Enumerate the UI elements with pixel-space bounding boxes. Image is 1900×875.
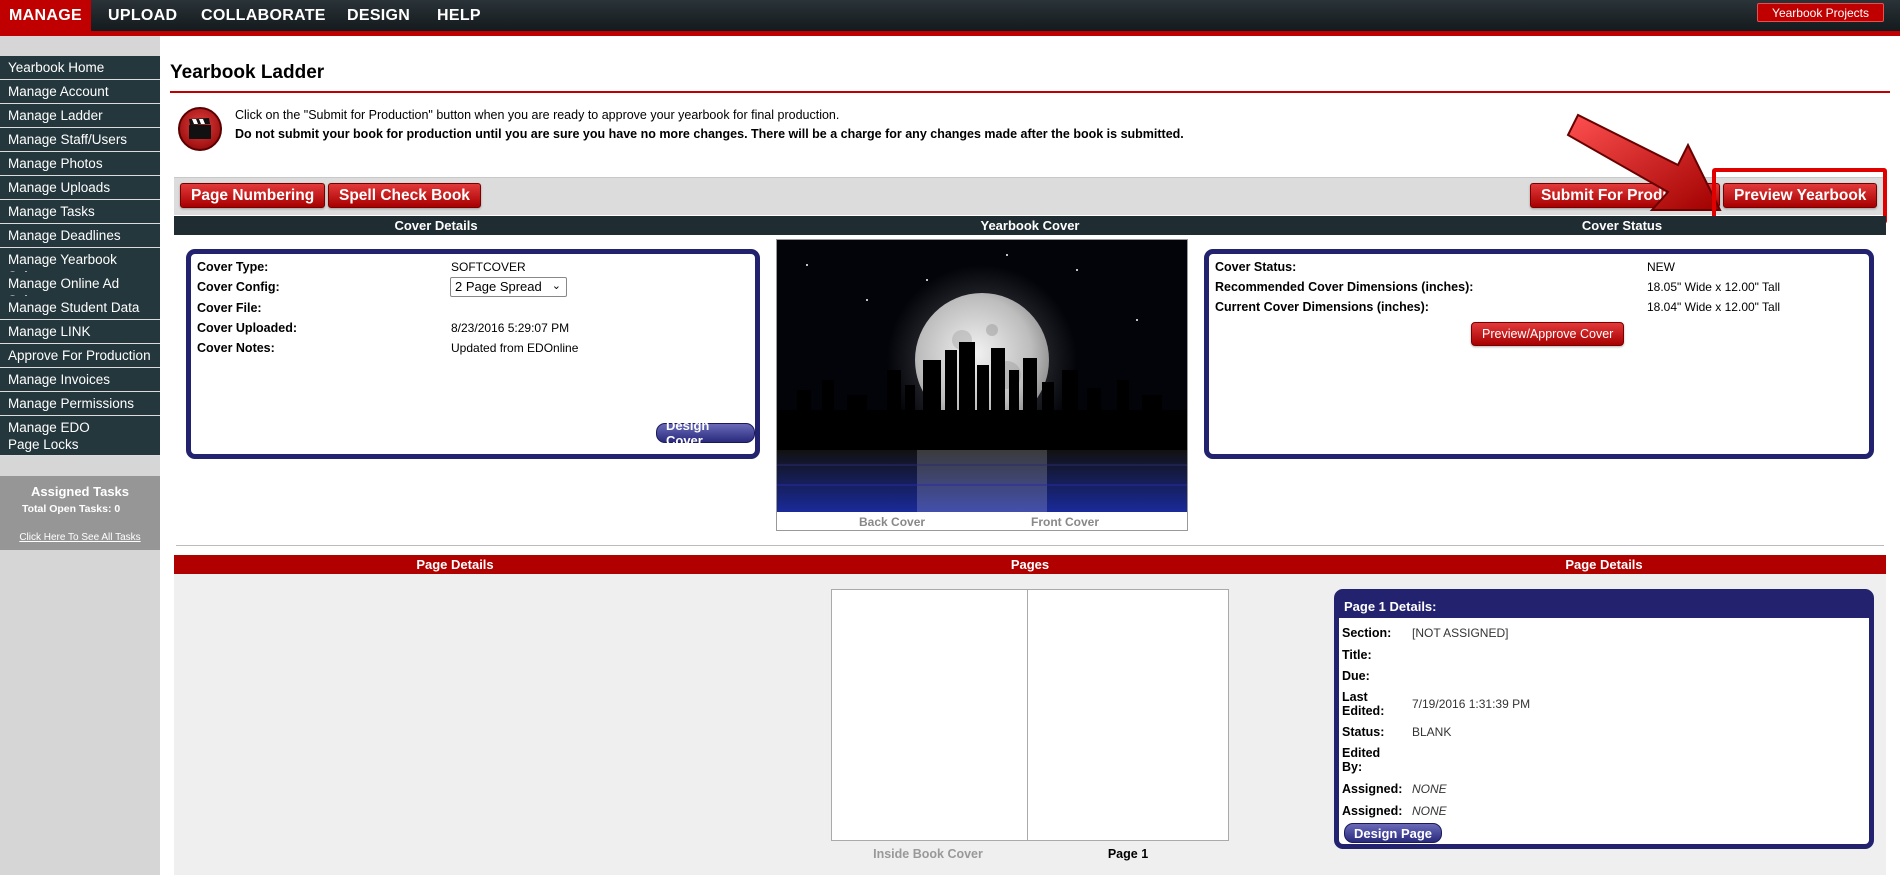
assigned-tasks-title: Assigned Tasks — [30, 484, 130, 499]
section-divider — [176, 545, 1884, 546]
cover-config-value: 2 Page Spread — [455, 279, 542, 294]
chevron-down-icon: ⌄ — [551, 280, 561, 292]
cover-details-heading: Cover Details — [394, 218, 478, 233]
front-cover-caption: Front Cover — [1031, 515, 1100, 529]
notice-warning: Do not submit your book for production u… — [235, 127, 1184, 141]
page-details-panel: Page 1 Details: Section: [NOT ASSIGNED] … — [1334, 589, 1874, 849]
cover-config-label: Cover Config: — [197, 280, 280, 294]
sidebar-item-manage-ladder[interactable]: Manage Ladder — [0, 104, 160, 128]
pages-section-header: Page Details Pages Page Details — [174, 555, 1886, 574]
cover-image — [777, 240, 1187, 512]
page-1-thumbnail[interactable] — [1027, 589, 1229, 841]
assigned-value-1: NONE — [1412, 782, 1447, 796]
sidebar-item-manage-photos[interactable]: Manage Photos — [0, 152, 160, 176]
top-navigation: MANAGE UPLOAD COLLABORATE DESIGN HELP Ye… — [0, 0, 1900, 36]
notice-text: Click on the "Submit for Production" but… — [235, 108, 840, 122]
edited-by-label-line2: By: — [1342, 760, 1363, 774]
assigned-label-2: Assigned: — [1342, 804, 1403, 818]
pages-heading: Pages — [1010, 557, 1050, 572]
recommended-dimensions-value: 18.05" Wide x 12.00" Tall — [1647, 280, 1781, 294]
cover-status-value: NEW — [1647, 260, 1675, 274]
page-1-caption: Page 1 — [1107, 847, 1149, 861]
total-open-tasks: Total Open Tasks: 0 — [22, 503, 121, 515]
cover-config-select[interactable]: 2 Page Spread ⌄ — [450, 277, 567, 297]
preview-approve-cover-button[interactable]: Preview/Approve Cover — [1471, 322, 1625, 346]
cover-status-heading: Cover Status — [1581, 218, 1663, 233]
sidebar-item-manage-student-data[interactable]: Manage Student Data — [0, 296, 160, 320]
cover-status-label: Cover Status: — [1215, 260, 1297, 274]
back-cover-caption: Back Cover — [859, 515, 926, 529]
cover-uploaded-label: Cover Uploaded: — [197, 321, 298, 335]
sidebar-item-manage-permissions[interactable]: Manage Permissions — [0, 392, 160, 416]
last-edited-label-line1: Last — [1342, 690, 1368, 704]
cover-type-value: SOFTCOVER — [451, 260, 526, 274]
inside-cover-caption: Inside Book Cover — [873, 847, 983, 861]
due-label: Due: — [1342, 669, 1370, 683]
recommended-dimensions-label: Recommended Cover Dimensions (inches): — [1215, 280, 1474, 294]
nav-help[interactable]: HELP — [422, 0, 496, 31]
cover-section-header: Cover Details Yearbook Cover Cover Statu… — [174, 216, 1886, 235]
cover-notes-label: Cover Notes: — [197, 341, 275, 355]
cover-status-panel: Cover Status: NEW Recommended Cover Dime… — [1204, 249, 1874, 459]
status-label: Status: — [1342, 725, 1385, 739]
last-edited-label-line2: Edited: — [1342, 704, 1385, 718]
page-title: Yearbook Ladder — [170, 62, 325, 83]
see-all-tasks-link[interactable]: Click Here To See All Tasks — [0, 532, 160, 543]
design-cover-button[interactable]: Design Cover — [656, 418, 755, 448]
assigned-tasks-box: Assigned Tasks Total Open Tasks: 0 Click… — [0, 476, 160, 550]
nav-manage[interactable]: MANAGE — [0, 0, 91, 31]
status-value: BLANK — [1412, 725, 1452, 739]
assigned-value-2: NONE — [1412, 804, 1447, 818]
title-label: Title: — [1342, 648, 1372, 662]
page-numbering-button[interactable]: Page Numbering — [180, 183, 326, 208]
section-value: [NOT ASSIGNED] — [1412, 626, 1509, 640]
inside-cover-thumbnail[interactable] — [831, 589, 1028, 841]
nav-upload[interactable]: UPLOAD — [93, 0, 192, 31]
sidebar-item-manage-edo-page-locks[interactable]: Manage EDO Page Locks — [0, 416, 160, 456]
cover-details-panel: Cover Type: SOFTCOVER Cover Config: 2 Pa… — [186, 249, 760, 459]
page-details-header: Page 1 Details: — [1339, 594, 1869, 618]
current-dimensions-value: 18.04" Wide x 12.00" Tall — [1647, 300, 1781, 314]
sidebar-item-manage-account[interactable]: Manage Account — [0, 80, 160, 104]
edited-by-label-line1: Edited — [1342, 746, 1381, 760]
cover-uploaded-value: 8/23/2016 5:29:07 PM — [451, 321, 570, 335]
yearbook-cover-heading: Yearbook Cover — [980, 218, 1080, 233]
cover-file-label: Cover File: — [197, 301, 262, 315]
sidebar-item-yearbook-home[interactable]: Yearbook Home — [0, 56, 160, 80]
sidebar-item-manage-tasks[interactable]: Manage Tasks — [0, 200, 160, 224]
spell-check-button[interactable]: Spell Check Book — [328, 183, 481, 208]
cover-type-label: Cover Type: — [197, 260, 269, 274]
yearbook-cover-preview[interactable]: Back Cover Front Cover — [776, 239, 1188, 531]
sidebar-item-manage-staff[interactable]: Manage Staff/Users — [0, 128, 160, 152]
sidebar-item-manage-uploads[interactable]: Manage Uploads — [0, 176, 160, 200]
section-label: Section: — [1342, 626, 1392, 640]
page-details-heading-right: Page Details — [1565, 557, 1643, 572]
page-details-heading-left: Page Details — [416, 557, 494, 572]
clapperboard-icon — [178, 107, 222, 151]
nav-design[interactable]: DESIGN — [332, 0, 425, 31]
design-page-button[interactable]: Design Page — [1344, 823, 1443, 843]
sidebar: Yearbook Home Manage Account Manage Ladd… — [0, 36, 160, 875]
current-dimensions-label: Current Cover Dimensions (inches): — [1215, 300, 1429, 314]
sidebar-item-manage-deadlines[interactable]: Manage Deadlines — [0, 224, 160, 248]
annotation-arrow-icon — [1566, 113, 1722, 211]
assigned-label-1: Assigned: — [1342, 782, 1403, 796]
nav-collaborate[interactable]: COLLABORATE — [186, 0, 341, 31]
cover-notes-value: Updated from EDOnline — [451, 341, 579, 355]
sidebar-item-manage-link[interactable]: Manage LINK — [0, 320, 160, 344]
sidebar-item-approve-for-production[interactable]: Approve For Production — [0, 344, 160, 368]
sidebar-item-manage-invoices[interactable]: Manage Invoices — [0, 368, 160, 392]
yearbook-projects-button[interactable]: Yearbook Projects — [1757, 3, 1884, 22]
last-edited-value: 7/19/2016 1:31:39 PM — [1412, 697, 1531, 711]
title-divider — [170, 91, 1890, 93]
